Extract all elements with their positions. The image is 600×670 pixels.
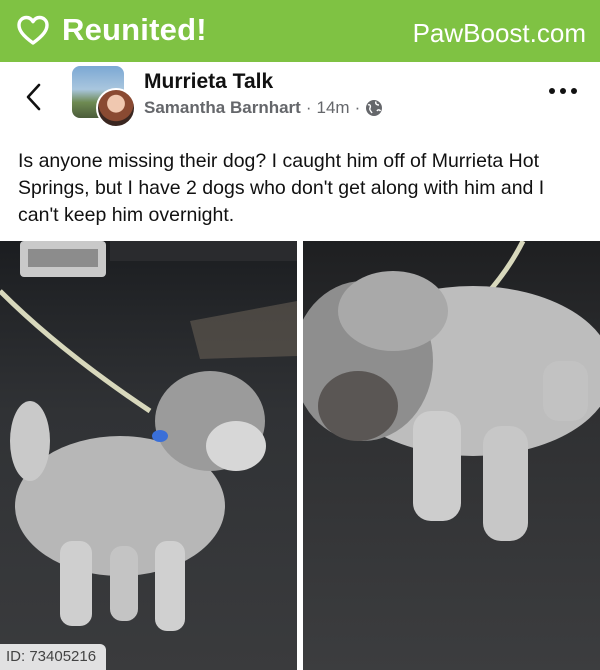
heart-outline-icon	[17, 15, 49, 45]
meta-separator: ·	[305, 98, 312, 117]
post-header: Murrieta Talk Samantha Barnhart · 14m ·	[0, 62, 600, 140]
banner-title: Reunited!	[62, 12, 207, 47]
dog-photo-left-illustration	[0, 241, 297, 631]
post-text: Is anyone missing their dog? I caught hi…	[18, 150, 545, 226]
dog-photo-right[interactable]	[303, 241, 600, 670]
post-time[interactable]: 14m	[317, 98, 350, 118]
brand-name[interactable]: PawBoost.com	[413, 18, 586, 49]
more-horizontal-icon[interactable]	[548, 86, 578, 96]
meta-separator-2: ·	[354, 98, 361, 117]
globe-icon	[366, 100, 383, 116]
author-name[interactable]: Samantha Barnhart	[144, 98, 301, 118]
reunited-banner: Reunited! PawBoost.com	[0, 0, 600, 62]
post-meta: Samantha Barnhart · 14m ·	[144, 98, 383, 118]
group-name[interactable]: Murrieta Talk	[144, 70, 273, 94]
dog-photo-right-illustration	[303, 241, 600, 541]
chevron-left-icon[interactable]	[22, 80, 46, 114]
dog-photo-left[interactable]	[0, 241, 297, 670]
user-avatar[interactable]	[96, 88, 136, 128]
listing-id-badge: ID: 73405216	[0, 644, 107, 670]
